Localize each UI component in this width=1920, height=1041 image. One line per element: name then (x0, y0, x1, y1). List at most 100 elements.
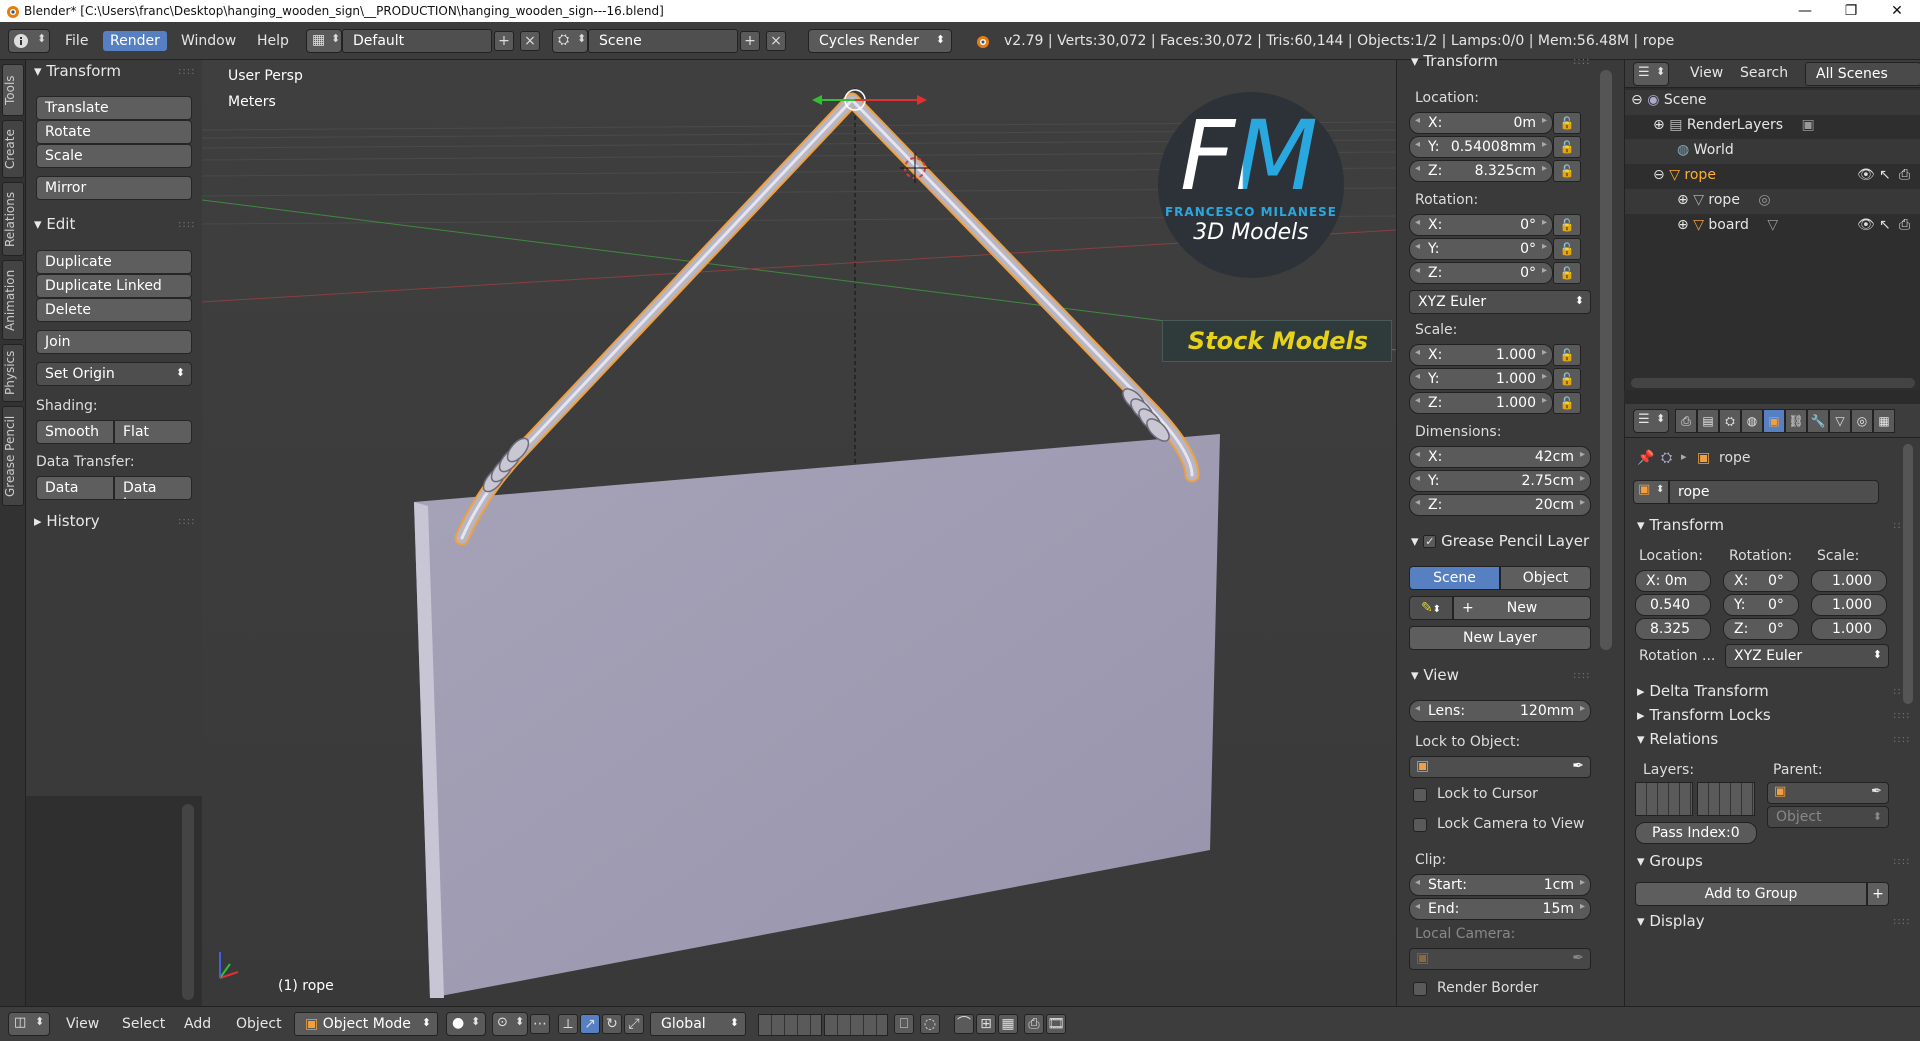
duplicate-button[interactable]: Duplicate (36, 250, 192, 274)
scale-button[interactable]: Scale (36, 144, 192, 168)
props-scale-x-field[interactable]: 1.000 (1811, 570, 1887, 592)
outliner-menu-search[interactable]: Search (1733, 63, 1795, 83)
pass-index-field[interactable]: Pass Index:0 (1635, 822, 1757, 844)
outliner-row-renderlayers[interactable]: ⊕ ▤ RenderLayers ▣ (1653, 117, 1815, 133)
menu-add[interactable]: Add (184, 1016, 211, 1032)
duplicate-linked-button[interactable]: Duplicate Linked (36, 274, 192, 298)
scene-layers-grid-left[interactable] (758, 1014, 822, 1036)
editor-type-button[interactable]: ⬍ (8, 29, 50, 53)
collapse-toggle-icon[interactable]: ⊖ (1631, 92, 1643, 108)
lock-icon[interactable]: 🔓 (1553, 368, 1581, 390)
tool-shelf-scrollbar[interactable] (182, 804, 194, 1000)
delete-button[interactable]: Delete (36, 298, 192, 322)
opengl-animation-icon[interactable]: 🎞 (1046, 1014, 1066, 1034)
drag-grip-icon[interactable]: :::: (178, 66, 195, 77)
properties-editor-type-button[interactable]: ☰ ⬍ (1633, 409, 1669, 433)
grease-pencil-layer-header[interactable]: ▾ ✓ Grease Pencil Layer (1411, 532, 1593, 550)
interaction-mode-select[interactable]: ▣ Object Mode ⬍ (294, 1012, 438, 1036)
snap-magnet-icon[interactable]: ⌒ (954, 1014, 974, 1034)
pivot-limit-icon[interactable]: ⋯ (530, 1014, 550, 1034)
new-layer-button[interactable]: New Layer (1409, 626, 1591, 650)
tab-grease-pencil[interactable]: Grease Pencil (2, 406, 24, 506)
tab-tools[interactable]: Tools (2, 64, 24, 116)
manipulator-toggle-icon[interactable]: ⟂ (558, 1014, 578, 1034)
location-y-field[interactable]: ◂ Y: 0.54008mm ▸ (1409, 136, 1553, 158)
outliner-display-mode-select[interactable]: All Scenes (1805, 62, 1920, 86)
delta-transform-header[interactable]: ▸ Delta Transform (1637, 682, 1769, 700)
material-sphere-icon[interactable]: ◎ (1851, 409, 1873, 433)
pin-icon[interactable]: 📌 (1637, 450, 1654, 466)
lens-field[interactable]: ◂ Lens: 120mm ▸ (1409, 700, 1591, 722)
local-camera-field[interactable]: ▣ ✒ (1409, 948, 1591, 970)
menu-file[interactable]: File (58, 31, 95, 51)
rotate-button[interactable]: Rotate (36, 120, 192, 144)
tab-create[interactable]: Create (2, 120, 24, 178)
menu-window[interactable]: Window (174, 31, 243, 51)
data-layout-button[interactable]: Data Layo (114, 476, 192, 500)
scene-layers-grid-right[interactable] (824, 1014, 888, 1036)
layers-grid-left[interactable] (1635, 782, 1693, 816)
constraints-chain-icon[interactable]: ⛓ (1785, 409, 1807, 433)
maximize-button[interactable]: ❐ (1828, 0, 1874, 22)
opengl-render-icon[interactable]: ⎙ (1024, 1014, 1044, 1034)
props-scale-z-field[interactable]: 1.000 (1811, 618, 1887, 640)
visibility-eye-icon[interactable]: 👁 (1857, 217, 1875, 233)
smooth-button[interactable]: Smooth (36, 420, 114, 444)
props-rotation-y-field[interactable]: Y: 0° (1723, 594, 1799, 616)
selectability-cursor-icon[interactable]: ↖ (1879, 217, 1891, 233)
expand-toggle-icon[interactable]: ⊕ (1677, 192, 1689, 208)
props-transform-header[interactable]: ▾ Transform (1637, 516, 1724, 534)
object-name-field[interactable]: rope (1669, 480, 1879, 504)
add-group-plus-icon[interactable]: + (1867, 882, 1889, 906)
drag-grip-icon[interactable]: :::: (178, 219, 195, 230)
relations-header[interactable]: ▾ Relations (1637, 730, 1718, 748)
scene-field[interactable]: Scene (588, 29, 738, 53)
transform-orientation-select[interactable]: Global ⬍ (650, 1012, 746, 1036)
n-panel-scrollbar[interactable] (1600, 70, 1612, 650)
scale-manipulator-icon[interactable]: ⤢ (624, 1014, 644, 1034)
translate-manipulator-icon[interactable]: ↗ (580, 1014, 600, 1034)
parent-field[interactable]: ▣ ✒ (1767, 782, 1889, 804)
menu-render[interactable]: Render (103, 31, 167, 51)
properties-scrollbar[interactable] (1903, 444, 1913, 704)
lock-layers-icon[interactable]: ⎕ (894, 1014, 914, 1034)
scene-icon[interactable]: ⛭ (1719, 409, 1741, 433)
lock-camera-checkbox[interactable] (1413, 818, 1427, 832)
drag-grip-icon[interactable]: :::: (178, 516, 195, 527)
minimize-button[interactable]: — (1782, 0, 1828, 22)
checkbox-checked-icon[interactable]: ✓ (1423, 535, 1437, 548)
screen-layout-field[interactable]: Default (342, 29, 492, 53)
dimensions-z-field[interactable]: ◂ Z: 20cm ▸ (1409, 494, 1591, 516)
scale-z-field[interactable]: ◂ Z: 1.000 ▸ (1409, 392, 1553, 414)
menu-select[interactable]: Select (122, 1016, 165, 1032)
add-layout-icon[interactable]: + (494, 31, 514, 51)
snap-target-icon[interactable]: ▦ (998, 1014, 1018, 1034)
outliner-row-world[interactable]: ◍ World (1677, 142, 1734, 158)
groups-header[interactable]: ▾ Groups (1637, 852, 1703, 870)
render-camera-icon[interactable]: ⎙ (1899, 167, 1910, 183)
lock-to-cursor-checkbox[interactable] (1413, 788, 1427, 802)
world-icon[interactable]: ◍ (1741, 409, 1763, 433)
eyedropper-icon[interactable]: ✒ (1572, 950, 1584, 966)
remove-scene-icon[interactable]: × (766, 31, 786, 51)
scene-icon-button[interactable]: ⛭ ⬍ (552, 29, 588, 53)
add-scene-icon[interactable]: + (740, 31, 760, 51)
render-layers-icon[interactable]: ▤ (1697, 409, 1719, 433)
mesh-data-icon[interactable]: ▽ (1829, 409, 1851, 433)
drag-grip-icon[interactable]: :::: (1893, 916, 1910, 927)
pivot-point-select[interactable]: ⊙ ⬍ (492, 1012, 528, 1036)
eyedropper-icon[interactable]: ✒ (1572, 758, 1584, 774)
clip-end-field[interactable]: ◂ End: 15m ▸ (1409, 898, 1591, 920)
drag-grip-icon[interactable]: :::: (1573, 56, 1590, 67)
transform-locks-header[interactable]: ▸ Transform Locks (1637, 706, 1771, 724)
layers-grid-right[interactable] (1697, 782, 1755, 816)
render-camera-icon[interactable]: ⎙ (1899, 217, 1910, 233)
menu-object[interactable]: Object (236, 1016, 282, 1032)
proportional-edit-icon[interactable]: ◌ (920, 1014, 940, 1034)
viewport-shading-select[interactable]: ● ⬍ (446, 1012, 486, 1036)
outliner-editor-type-button[interactable]: ☰ ⬍ (1633, 62, 1669, 86)
lock-icon[interactable]: 🔓 (1553, 392, 1581, 414)
props-rotation-z-field[interactable]: Z: 0° (1723, 618, 1799, 640)
outliner-row-scene[interactable]: ⊖ ◉ Scene (1631, 92, 1707, 108)
expand-toggle-icon[interactable]: ⊕ (1653, 117, 1665, 133)
